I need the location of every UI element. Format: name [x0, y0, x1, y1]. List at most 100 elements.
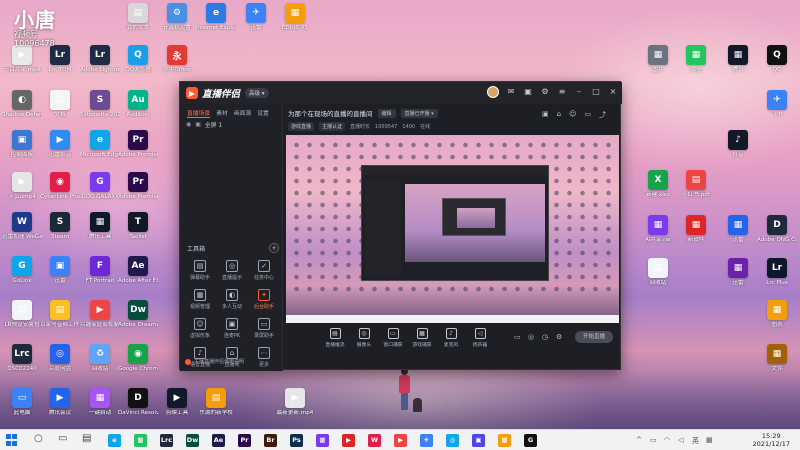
desktop-icon[interactable]: e Microsoft Edge — [80, 130, 120, 159]
desktop-icon[interactable]: ▦ 文件 — [757, 344, 797, 373]
gift-box-icon[interactable]: ▣ — [542, 110, 549, 120]
taskbar-app-icon[interactable]: Pr — [238, 434, 251, 447]
desktop-icon[interactable]: ▶ 天弘ump4 — [2, 172, 42, 201]
desktop-icon[interactable]: ▣ 控制面板 — [2, 130, 42, 159]
desktop-icon[interactable]: Q QQ浏览器 — [118, 45, 158, 74]
start-live-button[interactable]: 开始直播 — [575, 331, 613, 343]
desktop-icon[interactable]: ▦ Al共享.rar — [638, 215, 678, 244]
message-icon[interactable]: ✉ — [506, 87, 516, 97]
source-button[interactable]: ◁ 扬声器 — [465, 328, 495, 348]
desktop-icon[interactable]: D DaVinci Resolve — [118, 388, 158, 417]
taskbar-app-icon[interactable]: ▣ — [472, 434, 485, 447]
wifi-icon[interactable]: ◠ — [664, 436, 670, 444]
version-badge[interactable]: 高级 ▾ — [245, 88, 269, 98]
room-status-dropdown[interactable]: 直播已开播 ▾ — [400, 108, 438, 118]
desktop-icon[interactable]: ⚙ 计算机设置 — [157, 3, 197, 32]
taskbar-app-icon[interactable]: ✈ — [420, 434, 433, 447]
taskbar-app-icon[interactable]: Ae — [212, 434, 225, 447]
edit-title-button[interactable]: 编辑 — [377, 108, 396, 118]
taskbar-app-icon[interactable]: Ps — [290, 434, 303, 447]
tool-item[interactable]: ⋯ 更多 — [248, 347, 280, 368]
desktop-icon[interactable]: ▤ 小红书.pdf — [676, 170, 716, 199]
network-icon[interactable]: ▭ — [650, 436, 657, 444]
settings-gear-icon[interactable]: ⚙ — [556, 333, 562, 341]
desktop-icon[interactable]: ▶ 节目片尾.mp4 — [2, 45, 42, 74]
desktop-icon[interactable]: G GoLink — [2, 256, 42, 285]
maximize-icon[interactable]: □ — [591, 87, 601, 97]
tool-item[interactable]: ▣ 连麦PK — [216, 318, 248, 339]
start-button[interactable] — [6, 434, 18, 446]
people-icon[interactable]: ☺ — [569, 110, 576, 120]
source-button[interactable]: ◎ 摄像头 — [349, 328, 379, 348]
minimize-icon[interactable]: – — [574, 87, 584, 97]
taskbar-app-icon[interactable]: Lrc — [160, 434, 173, 447]
input-method-icon[interactable]: 英 — [692, 436, 699, 446]
desktop-icon[interactable]: ▦ 一键启动 — [80, 388, 120, 417]
desktop-icon[interactable]: ▶ 迅雷影音 — [40, 130, 80, 159]
task-view-icon[interactable]: ▭ — [58, 433, 67, 444]
tool-item[interactable]: ▤ 弹幕助手 — [184, 260, 216, 281]
source-button[interactable]: ▦ 游戏捕获 — [407, 328, 437, 348]
chat-icon[interactable]: ▭ — [584, 110, 591, 120]
record-icon[interactable]: ◎ — [528, 333, 534, 341]
desktop-icon[interactable]: D Adobe DNG Converter — [757, 215, 797, 244]
tool-item[interactable]: ▦ 视频管理 — [184, 289, 216, 310]
tab-settings[interactable]: 设置 — [257, 108, 269, 118]
desktop-icon[interactable]: Au Audition — [118, 90, 158, 119]
desktop-icon[interactable]: Lrc DSC02240 — [2, 344, 42, 373]
screenshot-icon[interactable]: ▭ — [514, 333, 521, 341]
desktop-icon[interactable]: ◉ CyberLink PhotoDirector — [40, 172, 80, 201]
taskbar-app-icon[interactable]: ▦ — [498, 434, 511, 447]
desktop-icon[interactable]: F FT Portrait — [80, 256, 120, 285]
desktop-icon[interactable]: ▤ 百家号音频工作台 — [40, 300, 80, 329]
tool-item[interactable]: ✦ 后台助手 — [248, 289, 280, 310]
desktop-icon[interactable]: T Taolist — [118, 212, 158, 241]
desktop-icon[interactable]: ♪ 抖音 — [718, 130, 758, 159]
window-titlebar[interactable]: ▶ 直播伴侣 高级 ▾ ✉ ▣ ⚙ ≡ – □ × — [180, 82, 622, 104]
tool-item[interactable]: ✓ 任务中心 — [248, 260, 280, 281]
desktop-icon[interactable]: X 新建.xlsx — [638, 170, 678, 199]
source-button[interactable]: ▤ 直播推流 — [320, 328, 350, 348]
taskbar-app-icon[interactable]: ▦ — [316, 434, 329, 447]
share-icon[interactable]: ⤴ — [599, 110, 606, 120]
file-explorer-icon[interactable]: ▤ — [82, 433, 91, 444]
desktop-icon[interactable]: ▶ 剪映工具 — [157, 388, 197, 417]
close-icon[interactable]: × — [608, 87, 618, 97]
tab-scenes[interactable]: 直播场景 — [187, 108, 211, 118]
desktop-icon[interactable]: ▤ 东湖的新学校 — [196, 388, 236, 417]
taskbar-app-icon[interactable]: W — [368, 434, 381, 447]
desktop-icon[interactable]: ▤ LR预设安装包 — [2, 300, 42, 329]
desktop-icon[interactable]: Lr Lrc Plus — [757, 258, 797, 287]
desktop-icon[interactable]: ▦ 迅雷 — [718, 215, 758, 244]
desktop-icon[interactable]: ▭ 此电脑 — [2, 388, 42, 417]
gift-icon[interactable]: ▣ — [523, 87, 533, 97]
desktop-icon[interactable]: G GOG GALAXY — [80, 172, 120, 201]
settings-icon[interactable]: ⚙ — [540, 87, 550, 97]
desktop-icon[interactable]: ✈ 迅雷 — [236, 3, 276, 32]
taskbar-app-icon[interactable]: ▦ — [134, 434, 147, 447]
taskbar-app-icon[interactable]: Br — [264, 434, 277, 447]
desktop-icon[interactable]: ▤ 回收站 — [638, 258, 678, 287]
menu-icon[interactable]: ≡ — [557, 87, 567, 97]
add-tool-icon[interactable]: + — [269, 243, 279, 253]
taskbar-app-icon[interactable]: ▶ — [394, 434, 407, 447]
desktop-icon[interactable]: ▦ 微信 — [676, 45, 716, 74]
scene-item[interactable]: ◉ ▣ 全屏 1 — [180, 118, 282, 130]
desktop-icon[interactable]: ◎ 百度网盘 — [40, 344, 80, 373]
source-button[interactable]: ♪ 麦克风 — [436, 328, 466, 348]
desktop-icon[interactable]: Lr Adobe Lightroom — [80, 45, 120, 74]
desktop-icon[interactable]: ▦ 迅雷 — [718, 258, 758, 287]
desktop-icon[interactable]: ◐ Shadow Defender — [2, 90, 42, 119]
desktop-icon[interactable]: Q QQ — [757, 45, 797, 74]
desktop-icon[interactable]: ▦ 腾讯 — [718, 45, 758, 74]
volume-icon[interactable]: ◁ — [678, 436, 683, 444]
desktop-icon[interactable]: ✈ 飞书 — [757, 90, 797, 119]
clock[interactable]: 15:29 2021/12/17 — [753, 432, 790, 448]
desktop-icon[interactable]: ▦ EDIUS X5 — [275, 3, 315, 32]
tray-chevron-icon[interactable]: ^ — [636, 436, 642, 444]
source-button[interactable]: ▭ 窗口捕获 — [378, 328, 408, 348]
desktop-icon[interactable]: e Internet Explorer — [196, 3, 236, 32]
tab-sources[interactable]: 画面源 — [234, 108, 251, 118]
desktop-icon[interactable]: S Steam — [40, 212, 80, 241]
desktop-icon[interactable]: ▦ 图表 — [757, 300, 797, 329]
